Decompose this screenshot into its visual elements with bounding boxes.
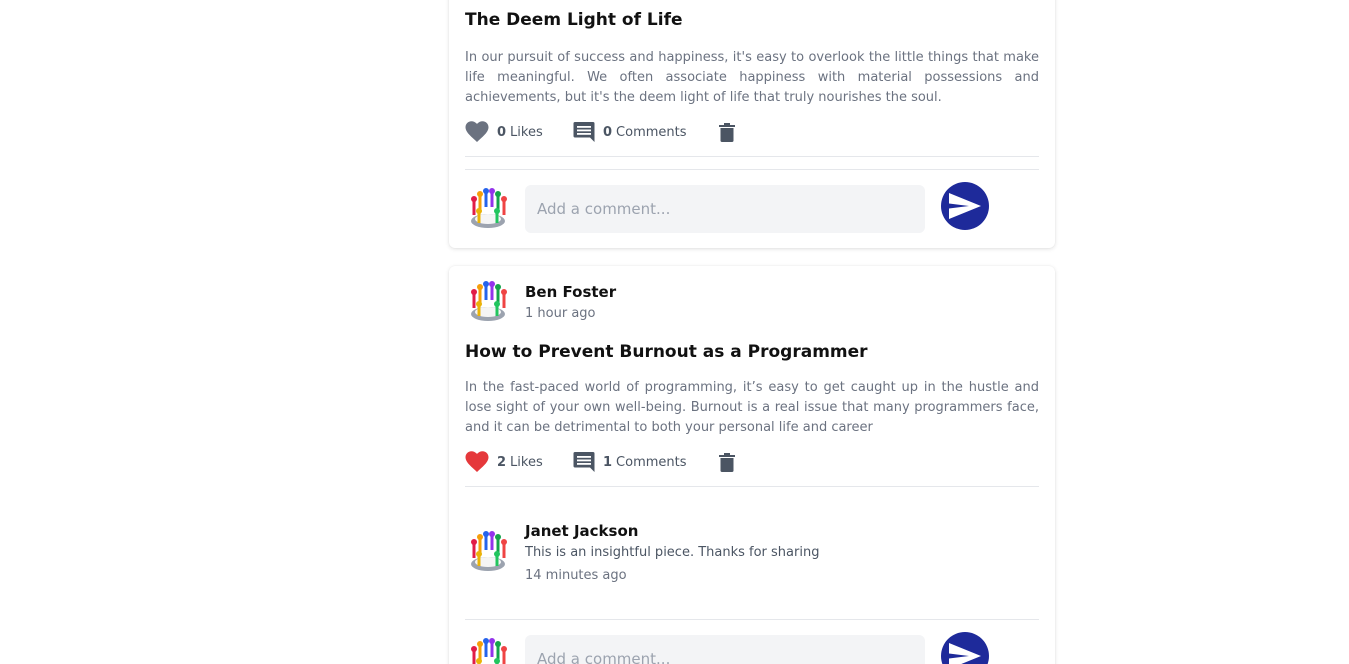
likes-count: 2 — [497, 454, 507, 470]
comment-author[interactable]: Janet Jackson — [525, 522, 638, 540]
comment-avatar — [465, 528, 511, 574]
divider — [465, 619, 1039, 620]
comments-count: 1 — [603, 454, 613, 470]
send-icon — [949, 643, 981, 664]
comments-button[interactable]: 1 Comments — [573, 451, 719, 473]
post-card: The Deem Light of Life In our pursuit of… — [449, 0, 1055, 248]
comments-label: Comments — [616, 454, 687, 470]
post-body: In the fast-paced world of programming, … — [465, 380, 1039, 435]
comment-input[interactable] — [525, 635, 925, 664]
trash-icon — [719, 452, 735, 472]
like-button[interactable]: 0 Likes — [465, 121, 573, 143]
delete-post-button[interactable] — [719, 452, 735, 472]
post-actions: 0 Likes 0 Comments — [465, 118, 735, 146]
send-comment-button[interactable] — [941, 182, 989, 230]
comments-label: Comments — [616, 124, 687, 140]
divider — [465, 156, 1039, 157]
divider — [465, 486, 1039, 487]
post-time: 1 hour ago — [525, 306, 596, 321]
send-icon — [949, 193, 981, 219]
likes-label: Likes — [510, 124, 543, 140]
comment-icon — [573, 451, 595, 473]
avatar — [465, 185, 511, 231]
avatar — [465, 635, 511, 664]
heart-icon — [465, 451, 489, 473]
send-comment-button[interactable] — [941, 632, 989, 664]
comment-input[interactable] — [525, 185, 925, 233]
post-actions: 2 Likes 1 Comments — [465, 448, 735, 476]
author-name[interactable]: Ben Foster — [525, 283, 616, 301]
divider — [465, 169, 1039, 170]
post-card: Ben Foster 1 hour ago How to Prevent Bur… — [449, 266, 1055, 664]
trash-icon — [719, 122, 735, 142]
like-button[interactable]: 2 Likes — [465, 451, 573, 473]
comment-time: 14 minutes ago — [525, 568, 627, 583]
likes-count: 0 — [497, 124, 507, 140]
comment-text: This is an insightful piece. Thanks for … — [525, 545, 820, 560]
post-body: In our pursuit of success and happiness,… — [465, 50, 1039, 105]
likes-label: Likes — [510, 454, 543, 470]
heart-icon — [465, 121, 489, 143]
delete-post-button[interactable] — [719, 122, 735, 142]
comments-button[interactable]: 0 Comments — [573, 121, 719, 143]
author-avatar — [465, 278, 511, 324]
post-title: How to Prevent Burnout as a Programmer — [465, 342, 868, 362]
comments-count: 0 — [603, 124, 613, 140]
post-title: The Deem Light of Life — [465, 10, 683, 30]
comment-icon — [573, 121, 595, 143]
